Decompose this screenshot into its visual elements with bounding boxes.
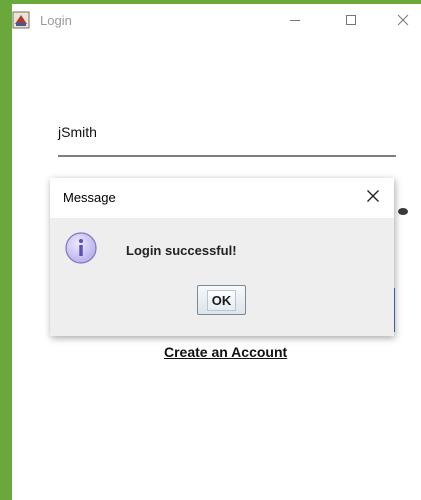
dialog-close-button[interactable] [360,185,386,211]
minimize-button[interactable] [272,4,318,36]
close-icon [397,14,409,26]
maximize-icon [345,14,357,26]
close-button[interactable] [380,4,421,36]
username-field[interactable]: jSmith [58,124,97,140]
create-account-link[interactable]: Create an Account [164,344,287,360]
window-title: Login [40,13,72,28]
maximize-button[interactable] [328,4,374,36]
info-icon [64,231,98,265]
message-dialog: Message Login successful! OK [50,178,394,336]
window-titlebar[interactable]: Login [12,4,421,36]
show-password-eye-icon[interactable] [398,208,408,215]
close-icon [366,189,380,208]
username-underline [58,155,396,157]
dialog-titlebar[interactable]: Message [50,178,394,218]
java-app-icon [12,11,30,29]
dialog-message: Login successful! [126,243,237,258]
ok-button[interactable]: OK [197,285,246,315]
dialog-title: Message [63,190,116,205]
minimize-icon [289,14,301,26]
ok-button-label: OK [206,289,237,311]
